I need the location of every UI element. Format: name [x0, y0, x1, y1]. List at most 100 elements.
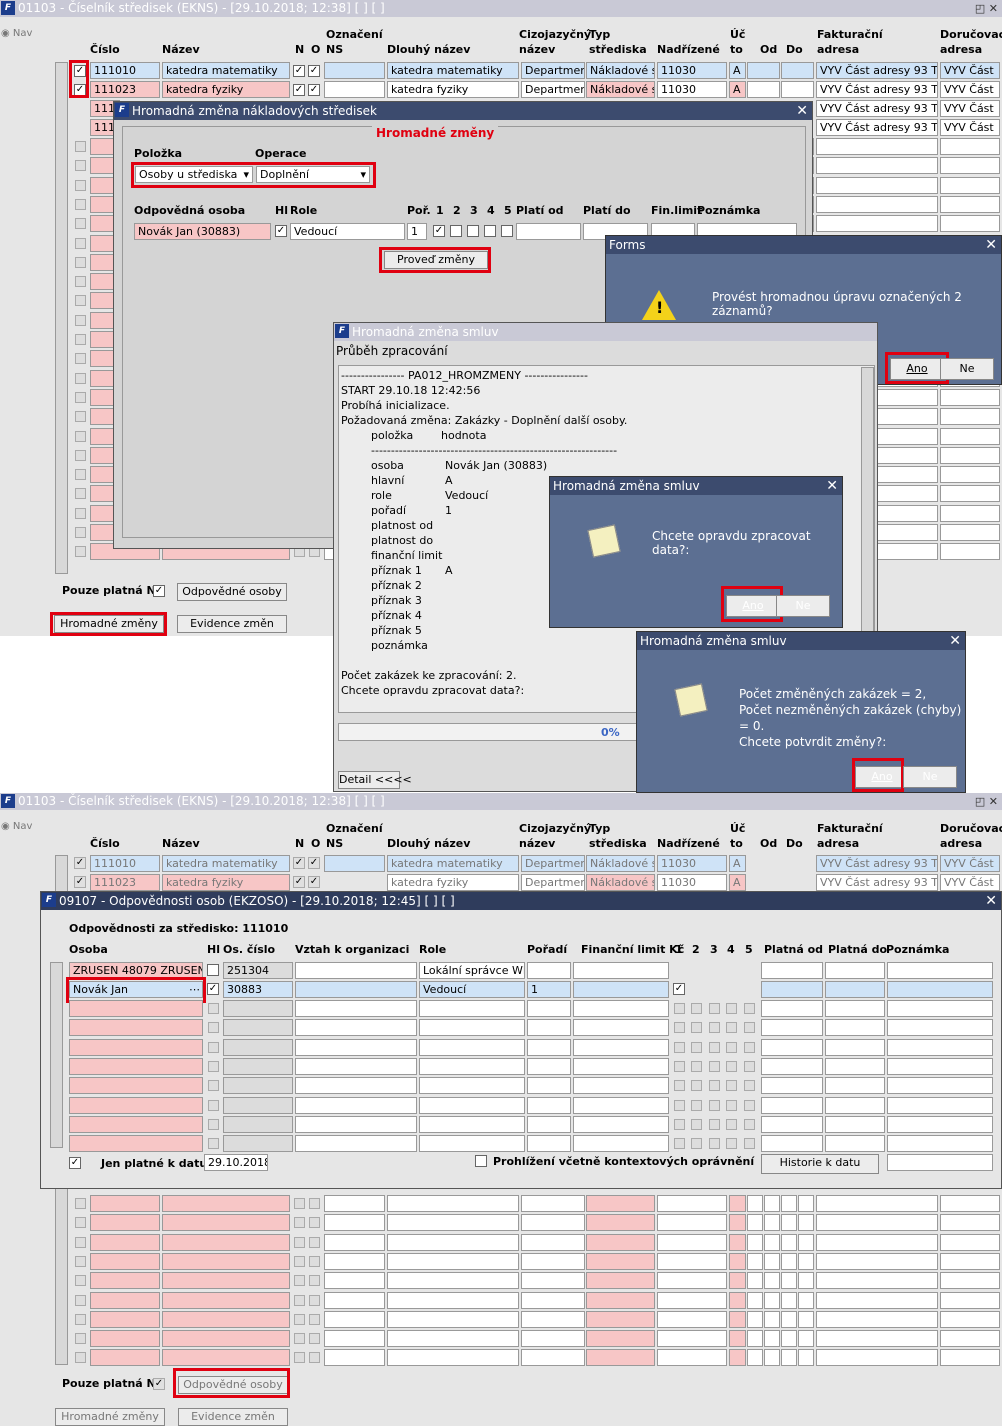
- empty-cell[interactable]: [729, 1233, 746, 1251]
- empty-cell[interactable]: [781, 1330, 797, 1348]
- empty-cell[interactable]: [324, 1291, 385, 1309]
- empty-cell[interactable]: [729, 1195, 746, 1212]
- empty-cell[interactable]: [940, 543, 1000, 561]
- empty-cell[interactable]: [90, 1272, 160, 1290]
- row-checkbox[interactable]: [75, 1236, 86, 1248]
- flag-3-checkbox[interactable]: [467, 225, 479, 237]
- empty-cell[interactable]: [387, 1291, 519, 1309]
- row-checkbox[interactable]: [691, 1080, 702, 1092]
- empty-cell[interactable]: [764, 1252, 780, 1270]
- empty-cell[interactable]: [816, 138, 938, 155]
- row-checkbox[interactable]: [744, 1003, 755, 1014]
- empty-cell[interactable]: [764, 1214, 780, 1232]
- empty-cell[interactable]: [295, 1000, 417, 1017]
- window-controls[interactable]: ◰ ✕: [975, 0, 998, 17]
- row-checkbox[interactable]: [691, 1118, 702, 1130]
- plati-od-field[interactable]: [516, 223, 581, 240]
- row-checkbox[interactable]: [75, 507, 86, 519]
- row-checkbox[interactable]: [208, 1138, 219, 1150]
- row-checkbox[interactable]: [75, 1313, 86, 1325]
- empty-cell[interactable]: [387, 1272, 519, 1290]
- evidence-zmen-button[interactable]: Evidence změn: [178, 1408, 288, 1426]
- row-checkbox[interactable]: [691, 1138, 702, 1150]
- empty-cell[interactable]: [387, 1349, 519, 1367]
- poznamka-field[interactable]: [887, 962, 993, 979]
- n-checkbox[interactable]: ✓: [293, 84, 305, 96]
- o-checkbox[interactable]: ✓: [308, 84, 320, 96]
- empty-cell[interactable]: [764, 1272, 780, 1290]
- row-checkbox[interactable]: [674, 1060, 685, 1072]
- historie-button[interactable]: Historie k datu: [761, 1154, 879, 1174]
- empty-cell[interactable]: [324, 1233, 385, 1251]
- row-nadrizene[interactable]: 11030: [657, 81, 727, 98]
- row-dlouhy[interactable]: katedra matematiky: [387, 62, 519, 79]
- row-checkbox[interactable]: [294, 1255, 305, 1267]
- empty-cell[interactable]: [764, 1195, 780, 1212]
- empty-cell[interactable]: [816, 1214, 938, 1232]
- empty-cell[interactable]: [761, 1115, 823, 1133]
- empty-cell[interactable]: [586, 1291, 655, 1309]
- row-checkbox[interactable]: [75, 1352, 86, 1364]
- row-checkbox[interactable]: [309, 1275, 320, 1287]
- empty-cell[interactable]: [387, 1330, 519, 1348]
- empty-cell[interactable]: [747, 1330, 763, 1348]
- row-fakt[interactable]: VYV Část adresy 93 Th: [816, 119, 938, 136]
- row-nazev[interactable]: katedra matematiky: [162, 62, 290, 79]
- empty-cell[interactable]: [761, 1038, 823, 1056]
- empty-cell[interactable]: [162, 1291, 290, 1309]
- row-checkbox[interactable]: [75, 449, 86, 461]
- empty-cell[interactable]: [764, 1291, 780, 1309]
- row-checkbox[interactable]: [674, 1003, 685, 1014]
- empty-cell[interactable]: [729, 1349, 746, 1367]
- row-checkbox[interactable]: [309, 1313, 320, 1325]
- row-checkbox[interactable]: [75, 391, 86, 403]
- role-field[interactable]: Vedoucí: [419, 981, 525, 998]
- row-ns[interactable]: [324, 62, 385, 79]
- empty-cell[interactable]: [324, 1272, 385, 1290]
- empty-cell[interactable]: [69, 1000, 203, 1017]
- row-cislo[interactable]: 111010: [90, 62, 160, 79]
- n-checkbox[interactable]: ✓: [293, 857, 305, 869]
- close-icon[interactable]: ✕: [826, 477, 838, 495]
- empty-cell[interactable]: [940, 504, 1000, 522]
- row-nadrizene[interactable]: 11030: [657, 62, 727, 79]
- role-field[interactable]: Lokální správce WM: [419, 962, 525, 979]
- empty-cell[interactable]: [729, 1310, 746, 1328]
- row-checkbox[interactable]: [726, 1003, 737, 1014]
- empty-cell[interactable]: [940, 446, 1000, 464]
- empty-cell[interactable]: [940, 138, 1000, 155]
- empty-cell[interactable]: [295, 1019, 417, 1037]
- empty-cell[interactable]: [761, 1096, 823, 1114]
- row-checkbox[interactable]: [294, 1313, 305, 1325]
- empty-cell[interactable]: [324, 1310, 385, 1328]
- empty-cell[interactable]: [729, 1272, 746, 1290]
- empty-cell[interactable]: [657, 1349, 727, 1367]
- empty-cell[interactable]: [887, 1096, 993, 1114]
- empty-cell[interactable]: [657, 1291, 727, 1309]
- empty-cell[interactable]: [761, 1077, 823, 1095]
- empty-cell[interactable]: [764, 1349, 780, 1367]
- row-checkbox[interactable]: [75, 198, 86, 210]
- row-checkbox[interactable]: [691, 1022, 702, 1034]
- row-checkbox[interactable]: [75, 488, 86, 500]
- empty-cell[interactable]: [747, 1349, 763, 1367]
- row-typ[interactable]: Nákladové stř: [586, 855, 655, 872]
- row-checkbox[interactable]: [709, 1080, 720, 1092]
- empty-cell[interactable]: [729, 1291, 746, 1309]
- row-checkbox[interactable]: [726, 1099, 737, 1111]
- row-select-checkbox[interactable]: ✓: [74, 857, 86, 869]
- row-checkbox[interactable]: [75, 546, 86, 558]
- empty-cell[interactable]: [295, 1115, 417, 1133]
- empty-cell[interactable]: [764, 1233, 780, 1251]
- row-checkbox[interactable]: [709, 1022, 720, 1034]
- empty-cell[interactable]: [573, 1038, 669, 1056]
- empty-cell[interactable]: [798, 1272, 814, 1290]
- empty-cell[interactable]: [387, 1252, 519, 1270]
- pouze-platna-checkbox[interactable]: ✓: [153, 585, 165, 597]
- row-checkbox[interactable]: [75, 1255, 86, 1267]
- empty-cell[interactable]: [387, 1195, 519, 1212]
- empty-cell[interactable]: [521, 1349, 585, 1367]
- empty-cell[interactable]: [527, 1115, 571, 1133]
- row-checkbox[interactable]: [691, 1060, 702, 1072]
- row-checkbox[interactable]: [726, 1022, 737, 1034]
